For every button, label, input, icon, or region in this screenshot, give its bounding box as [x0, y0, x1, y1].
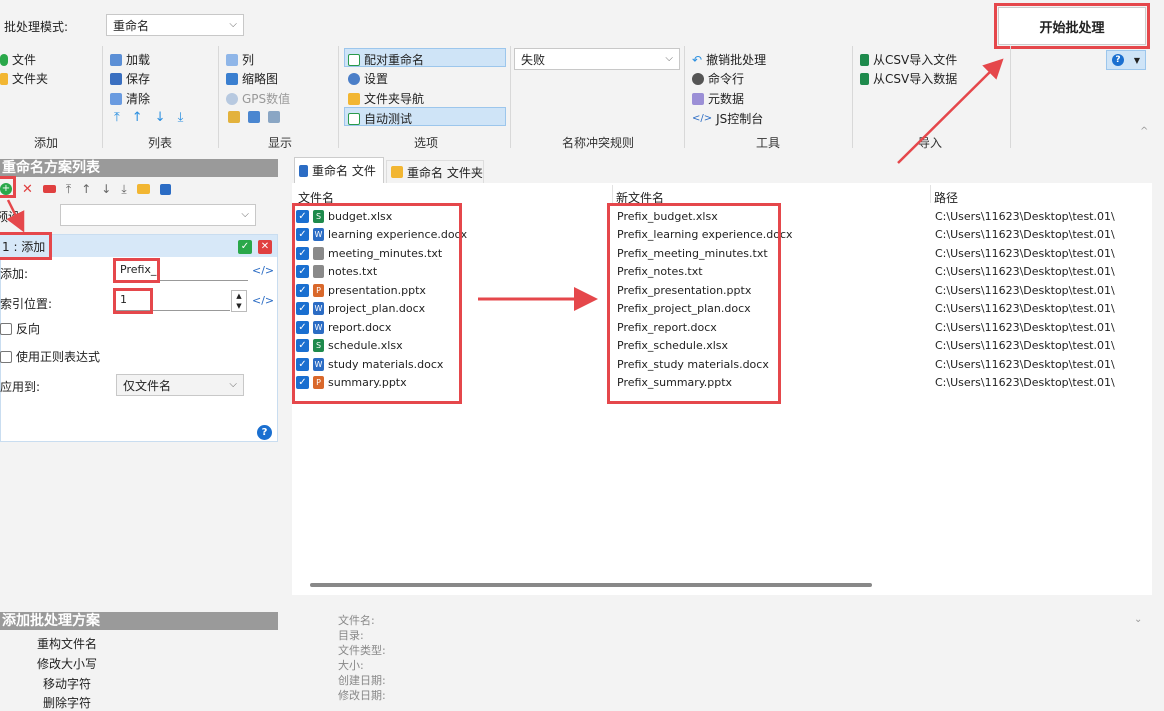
detail-label: 目录: — [338, 629, 364, 642]
collapse-details-icon[interactable]: ⌄ — [1134, 614, 1142, 625]
annotation-arrows — [6, 58, 1004, 311]
detail-label: 大小: — [338, 659, 364, 672]
detail-label: 文件类型: — [338, 644, 386, 657]
detail-label: 修改日期: — [338, 689, 386, 702]
arrow-to-start — [897, 58, 1004, 164]
arrow-to-rule — [6, 199, 25, 233]
detail-label: 文件名: — [338, 614, 375, 627]
detail-label: 创建日期: — [338, 674, 386, 687]
